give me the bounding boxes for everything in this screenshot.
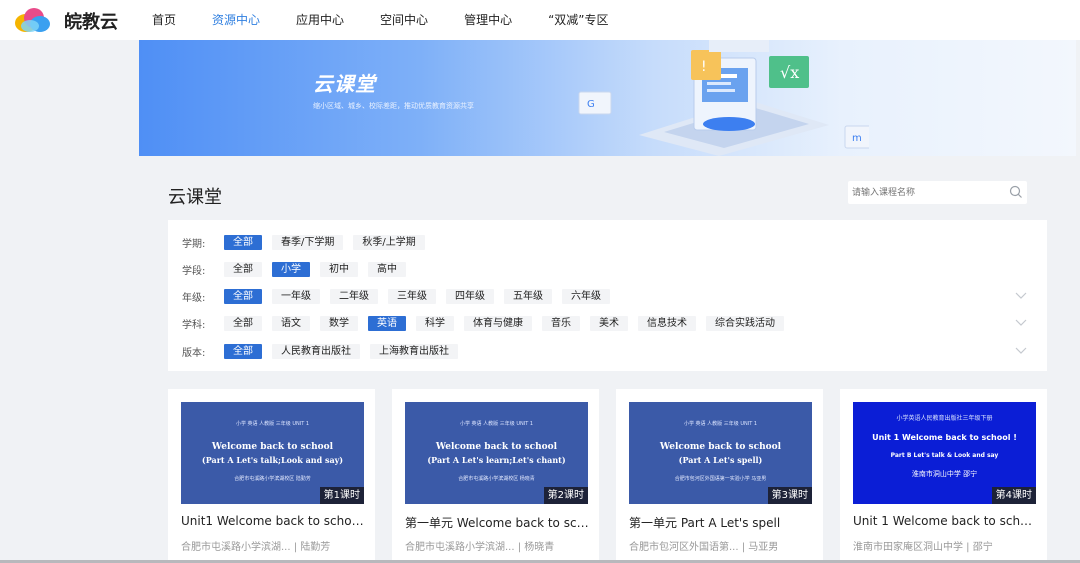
nav-item-3[interactable]: 空间中心	[380, 11, 428, 28]
filter-row: 学段: 全部 小学 初中 高中	[182, 261, 416, 277]
course-thumbnail[interactable]: 小学英语人民教育出版社三年级下册 Unit 1 Welcome back to s…	[853, 402, 1036, 504]
course-meta: 合肥市屯溪路小学滨湖... | 陆勤芳	[181, 542, 331, 553]
filter-label: 学科:	[182, 319, 206, 331]
filter-option[interactable]: 全部	[224, 261, 262, 277]
course-card[interactable]: 小学英语人民教育出版社三年级下册 Unit 1 Welcome back to s…	[840, 389, 1047, 563]
filter-option[interactable]: 春季/下学期	[272, 234, 344, 250]
thumb-title: Welcome back to school	[659, 442, 782, 452]
filter-option[interactable]: 二年级	[330, 288, 378, 304]
filter-option[interactable]: 综合实践活动	[706, 315, 784, 331]
filter-option[interactable]: 四年级	[446, 288, 494, 304]
thumb-footer: 合肥市屯溪路小学滨湖校区 陆勤芳	[234, 476, 311, 482]
lesson-badge: 第2课时	[543, 487, 588, 504]
top-nav-bar: 皖教云 首页 资源中心 应用中心 空间中心 管理中心 “双减”专区	[0, 0, 1080, 40]
section-title: 云课堂	[168, 187, 222, 208]
filter-option[interactable]: 全部	[224, 315, 262, 331]
filter-option[interactable]: 六年级	[562, 288, 610, 304]
filter-row: 年级: 全部 一年级 二年级 三年级 四年级 五年级 六年级	[182, 288, 620, 304]
course-title[interactable]: Unit1 Welcome back to school...	[181, 514, 366, 528]
filter-option[interactable]: 全部	[224, 343, 262, 359]
banner-title: 云课堂	[313, 72, 376, 96]
thumb-header: 小学 英语 人教版 三年级 UNIT 1	[459, 421, 534, 427]
thumb-subtitle: Part B Let's talk & Look and say	[890, 452, 999, 459]
brand-name[interactable]: 皖教云	[64, 8, 118, 34]
thumb-header: 小学英语人民教育出版社三年级下册	[896, 415, 993, 422]
filter-option[interactable]: 音乐	[542, 315, 580, 331]
filter-option[interactable]: 数学	[320, 315, 358, 331]
chevron-down-icon[interactable]	[1015, 347, 1027, 355]
filter-option[interactable]: 科学	[416, 315, 454, 331]
filter-option[interactable]: 五年级	[504, 288, 552, 304]
filter-row: 版本: 全部 人民教育出版社 上海教育出版社	[182, 343, 468, 359]
filter-row: 学科: 全部 语文 数学 英语 科学 体育与健康 音乐 美术 信息技术 综合实践活动	[182, 315, 794, 331]
nav-item-1[interactable]: 资源中心	[212, 11, 260, 28]
course-card[interactable]: 小学 英语 人教版 三年级 UNIT 1 Welcome back to scho…	[168, 389, 375, 563]
filter-option[interactable]: 美术	[590, 315, 628, 331]
filter-option[interactable]: 小学	[272, 261, 310, 277]
chevron-down-icon[interactable]	[1015, 292, 1027, 300]
course-title[interactable]: 第一单元 Welcome back to sch...	[405, 514, 590, 531]
course-meta: 合肥市屯溪路小学滨湖... | 杨晓青	[405, 542, 555, 553]
course-title[interactable]: 第一单元 Part A Let's spell	[629, 514, 814, 531]
lesson-badge: 第4课时	[991, 487, 1036, 504]
course-title[interactable]: Unit 1 Welcome back to schoo...	[853, 514, 1038, 528]
course-thumbnail[interactable]: 小学 英语 人教版 三年级 UNIT 1 Welcome back to scho…	[405, 402, 588, 504]
nav-item-2[interactable]: 应用中心	[296, 11, 344, 28]
thumb-title: Welcome back to school	[435, 442, 558, 452]
main-nav: 首页 资源中心 应用中心 空间中心 管理中心 “双减”专区	[152, 11, 645, 28]
nav-item-0[interactable]: 首页	[152, 11, 176, 28]
filter-label: 学期:	[182, 238, 206, 250]
thumb-subtitle: (Part A Let's talk;Look and say)	[201, 455, 344, 465]
filter-option[interactable]: 体育与健康	[464, 315, 532, 331]
nav-item-5[interactable]: “双减”专区	[548, 11, 608, 28]
thumb-footer: 合肥市包河区外国语第一实验小学 马亚男	[674, 476, 767, 482]
lesson-badge: 第1课时	[319, 487, 364, 504]
course-search-input[interactable]	[848, 181, 1003, 204]
cloud-classroom-banner: 云课堂 缩小区域、城乡、校际差距，推动优质教育资源共享 √x ! G m	[139, 40, 1076, 156]
filter-option[interactable]: 全部	[224, 288, 262, 304]
filter-option[interactable]: 秋季/上学期	[353, 234, 425, 250]
thumb-subtitle: (Part A Let's learn;Let's chant)	[427, 455, 566, 465]
filter-option[interactable]: 语文	[272, 315, 310, 331]
filter-label: 版本:	[182, 347, 206, 359]
course-search	[848, 181, 1027, 204]
filter-label: 年级:	[182, 292, 206, 304]
filter-label: 学段:	[182, 265, 206, 277]
cloud-logo-icon[interactable]	[12, 6, 52, 34]
banner-illustration-icon: √x ! G m	[578, 40, 869, 156]
svg-text:√x: √x	[780, 63, 799, 82]
course-thumbnail[interactable]: 小学 英语 人教版 三年级 UNIT 1 Welcome back to scho…	[629, 402, 812, 504]
svg-text:G: G	[587, 99, 595, 110]
nav-item-4[interactable]: 管理中心	[464, 11, 512, 28]
course-meta: 合肥市包河区外国语第... | 马亚男	[629, 542, 779, 553]
svg-text:!: !	[701, 59, 707, 75]
thumb-header: 小学 英语 人教版 三年级 UNIT 1	[235, 421, 310, 427]
course-thumbnail[interactable]: 小学 英语 人教版 三年级 UNIT 1 Welcome back to scho…	[181, 402, 364, 504]
thumb-title: Welcome back to school	[211, 442, 334, 452]
thumb-subtitle: (Part A Let's spell)	[678, 455, 763, 465]
thumb-header: 小学 英语 人教版 三年级 UNIT 1	[683, 421, 758, 427]
course-card[interactable]: 小学 英语 人教版 三年级 UNIT 1 Welcome back to scho…	[616, 389, 823, 563]
search-icon[interactable]	[1009, 185, 1023, 199]
thumb-footer: 淮南市洞山中学 邵宁	[911, 470, 978, 478]
filter-option[interactable]: 上海教育出版社	[370, 343, 458, 359]
filter-option[interactable]: 信息技术	[638, 315, 696, 331]
thumb-footer: 合肥市屯溪路小学滨湖校区 杨晓青	[458, 476, 535, 482]
filter-option[interactable]: 全部	[224, 234, 262, 250]
filter-option[interactable]: 人民教育出版社	[272, 343, 360, 359]
course-card[interactable]: 小学 英语 人教版 三年级 UNIT 1 Welcome back to scho…	[392, 389, 599, 563]
filter-option[interactable]: 英语	[368, 315, 406, 331]
filter-option[interactable]: 一年级	[272, 288, 320, 304]
filter-option[interactable]: 高中	[368, 261, 406, 277]
chevron-down-icon[interactable]	[1015, 319, 1027, 327]
filter-option[interactable]: 初中	[320, 261, 358, 277]
filter-panel: 学期: 全部 春季/下学期 秋季/上学期 学段: 全部 小学 初中 高中 年级: 全部 一年级 二年级三…	[168, 220, 1047, 371]
filter-option[interactable]: 三年级	[388, 288, 436, 304]
filter-row: 学期: 全部 春季/下学期 秋季/上学期	[182, 234, 435, 250]
lesson-badge: 第3课时	[767, 487, 812, 504]
banner-subtitle: 缩小区域、城乡、校际差距，推动优质教育资源共享	[313, 102, 474, 110]
course-meta: 淮南市田家庵区洞山中学 | 邵宁	[853, 542, 993, 553]
svg-text:m: m	[852, 133, 862, 144]
thumb-title: Unit 1 Welcome back to school !	[872, 433, 1017, 442]
